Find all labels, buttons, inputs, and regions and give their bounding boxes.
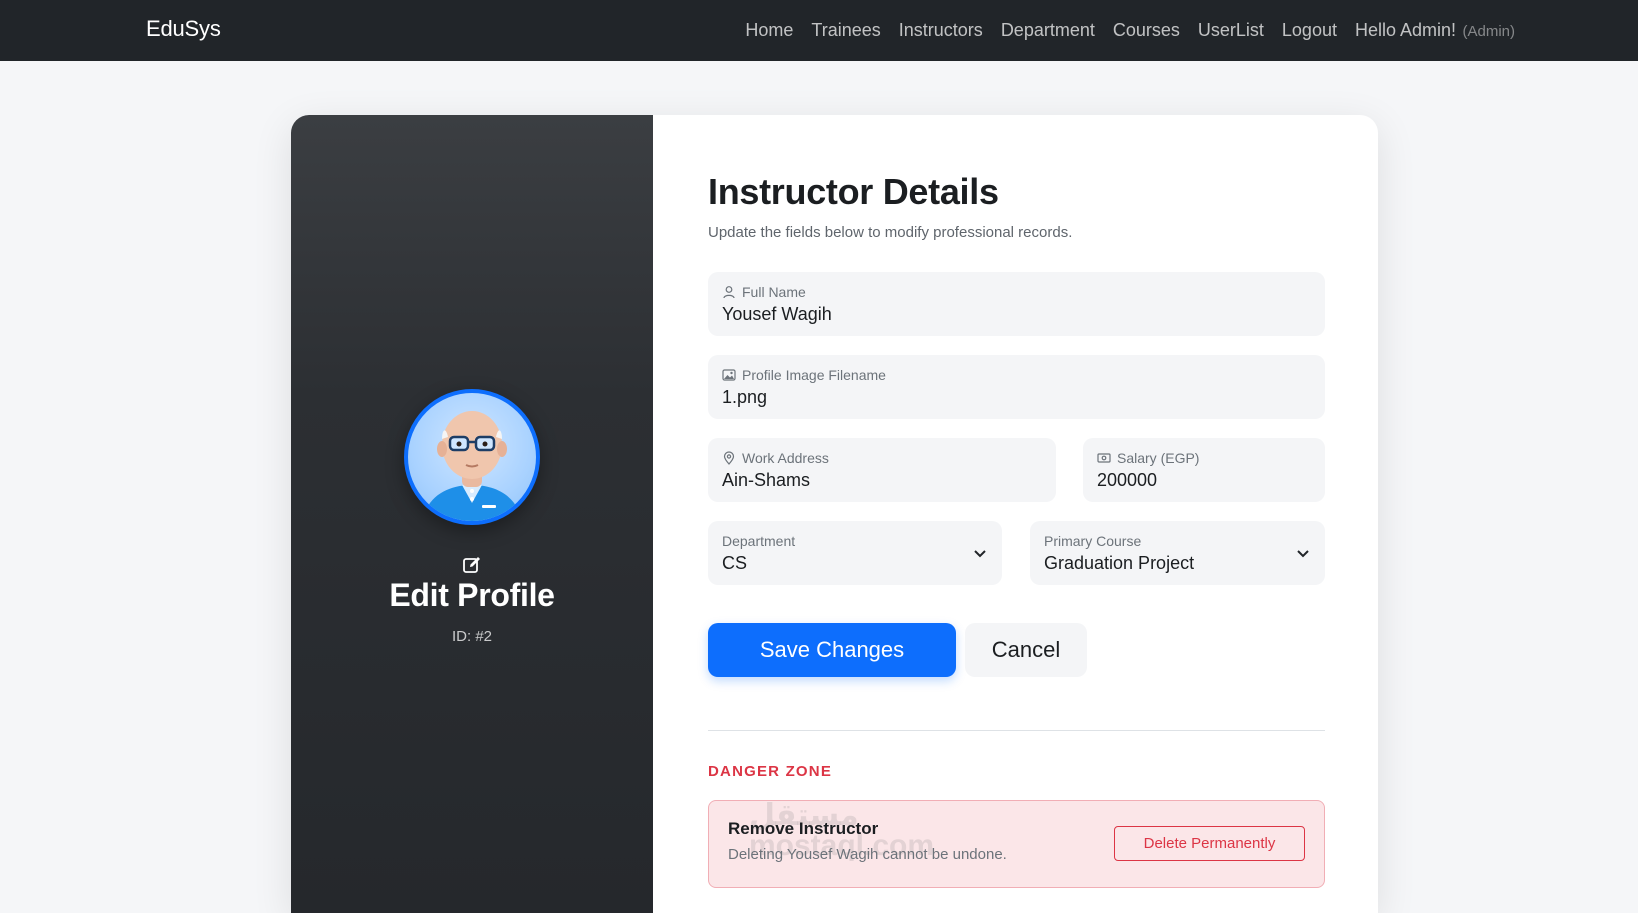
side-panel-title: Edit Profile	[389, 577, 555, 613]
salary-label-text: Salary (EGP)	[1117, 450, 1200, 466]
cancel-button[interactable]: Cancel	[965, 623, 1087, 677]
primary-course-label: Primary Course	[1044, 533, 1142, 549]
danger-zone-box: مستقل mostaql.com Remove Instructor Dele…	[708, 800, 1325, 888]
profile-image-field[interactable]: Profile Image Filename 1.png	[708, 355, 1325, 419]
remove-instructor-text: Deleting Yousef Wagih cannot be undone.	[728, 846, 1007, 863]
page-title: Instructor Details	[708, 171, 999, 212]
nav-link-department[interactable]: Department	[1001, 20, 1095, 41]
full-name-value[interactable]: Yousef Wagih	[722, 304, 832, 325]
section-divider	[708, 730, 1325, 731]
work-address-value[interactable]: Ain-Shams	[722, 470, 810, 491]
edit-icon	[463, 557, 480, 573]
chevron-down-icon	[1297, 550, 1309, 558]
brand-logo[interactable]: EduSys	[146, 16, 221, 42]
nav-link-trainees[interactable]: Trainees	[811, 20, 880, 41]
user-role: (Admin)	[1462, 23, 1515, 40]
user-greeting: Hello Admin! (Admin)	[1355, 20, 1515, 41]
top-navbar: EduSys Home Trainees Instructors Departm…	[0, 0, 1638, 61]
greeting-text: Hello Admin!	[1354, 20, 1457, 40]
page-subtitle: Update the fields below to modify profes…	[708, 224, 1073, 241]
avatar-3d-bald-man-glasses-icon	[422, 411, 522, 521]
primary-course-select[interactable]: Primary Course Graduation Project	[1030, 521, 1325, 585]
nav-link-home[interactable]: Home	[745, 20, 793, 41]
department-value: CS	[722, 553, 748, 573]
danger-zone-title: DANGER ZONE	[708, 763, 833, 780]
department-select[interactable]: Department CS	[708, 521, 1002, 585]
nav-link-userlist[interactable]: UserList	[1198, 20, 1264, 41]
profile-image-value[interactable]: 1.png	[722, 387, 767, 408]
save-changes-button[interactable]: Save Changes	[708, 623, 956, 677]
salary-value[interactable]: 200000	[1097, 470, 1157, 491]
remove-instructor-title: Remove Instructor	[728, 819, 879, 838]
nav-link-instructors[interactable]: Instructors	[899, 20, 983, 41]
chevron-down-icon	[974, 550, 986, 558]
work-address-label: Work Address	[722, 450, 829, 466]
department-label: Department	[722, 533, 796, 549]
image-icon	[722, 369, 736, 381]
delete-permanently-button[interactable]: Delete Permanently	[1114, 826, 1305, 861]
profile-image-label-text: Profile Image Filename	[742, 367, 886, 383]
avatar	[404, 389, 540, 525]
form-panel: Instructor Details Update the fields bel…	[653, 115, 1378, 913]
record-id: ID: #2	[451, 628, 493, 645]
salary-field[interactable]: Salary (EGP) 200000	[1083, 438, 1325, 502]
primary-course-value: Graduation Project	[1044, 553, 1195, 573]
full-name-label-text: Full Name	[742, 284, 806, 300]
work-address-field[interactable]: Work Address Ain-Shams	[708, 438, 1056, 502]
work-address-label-text: Work Address	[742, 450, 829, 466]
profile-image-label: Profile Image Filename	[722, 367, 886, 383]
nav-link-logout[interactable]: Logout	[1282, 20, 1337, 41]
salary-label: Salary (EGP)	[1097, 450, 1199, 466]
nav-links: Home Trainees Instructors Department Cou…	[745, 0, 1515, 61]
full-name-field[interactable]: Full Name Yousef Wagih	[708, 272, 1325, 336]
nav-link-courses[interactable]: Courses	[1113, 20, 1180, 41]
full-name-label: Full Name	[722, 284, 806, 300]
edit-instructor-card: Edit Profile ID: #2 Instructor Details U…	[291, 115, 1378, 913]
location-icon	[723, 451, 735, 465]
person-icon	[723, 286, 735, 299]
profile-side-panel: Edit Profile ID: #2	[291, 115, 653, 913]
cash-icon	[1097, 453, 1111, 463]
